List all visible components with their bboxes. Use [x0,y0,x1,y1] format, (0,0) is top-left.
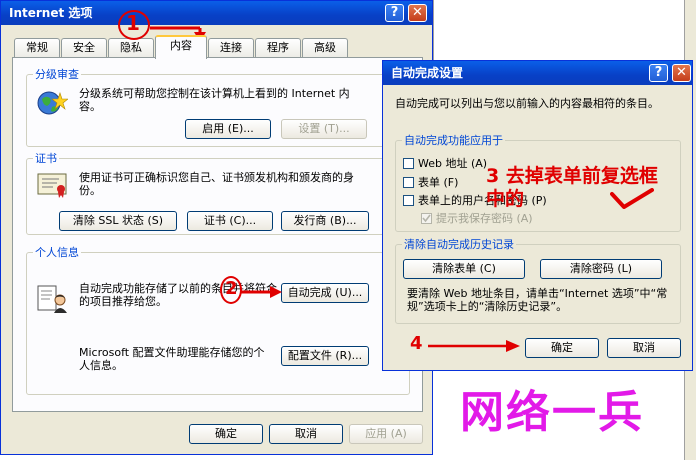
personal-info-label: 个人信息 [33,246,81,259]
dialog-close-button[interactable]: ✕ [672,64,691,82]
tab-advanced[interactable]: 高级 [302,38,348,58]
forms-checkbox[interactable] [403,177,414,188]
clear-passwords-button[interactable]: 清除密码 (L) [540,259,662,279]
content-advisor-label: 分级审查 [33,68,81,81]
autocomplete-settings-dialog: 自动完成设置 ? ✕ 自动完成可以列出与您以前输入的内容最相符的条目。 自动完成… [382,60,693,371]
user-document-icon [36,284,68,314]
step1-number: 1 [126,11,140,35]
certificates-button[interactable]: 证书 (C)... [187,211,273,231]
prompt-save-password-checkbox[interactable] [421,213,432,224]
dialog-cancel-button[interactable]: 取消 [607,338,681,358]
step4-arrow-icon [428,340,520,352]
use-for-label: 自动完成功能应用于 [402,134,505,147]
help-button[interactable]: ? [385,4,404,22]
clear-ssl-button[interactable]: 清除 SSL 状态 (S) [59,211,177,231]
content-advisor-text: 分级系统可帮助您控制在该计算机上看到的 Internet 内容。 [79,87,350,113]
dialog-help-button[interactable]: ? [649,64,668,82]
usernames-passwords-checkbox[interactable] [403,195,414,206]
certificates-label: 证书 [33,152,59,165]
clear-forms-button[interactable]: 清除表单 (C) [403,259,525,279]
profile-text: Microsoft 配置文件助理能存储您的个人信息。 [79,346,265,372]
clear-history-label: 清除自动完成历史记录 [402,238,516,251]
certificate-icon [37,172,69,198]
tab-security[interactable]: 安全 [61,38,107,58]
dialog-ok-button[interactable]: 确定 [525,338,599,358]
step2-arrow-icon [240,286,282,298]
dialog-title-bar: 自动完成设置 [383,61,692,85]
clear-note: 要清除 Web 地址条目，请单击“Internet 选项”中“常规”选项卡上的“… [407,287,668,313]
cancel-button[interactable]: 取消 [269,424,343,444]
tab-content[interactable]: 内容 [155,35,207,59]
profile-button[interactable]: 配置文件 (R)... [281,346,369,366]
forms-label: 表单 (F) [418,176,459,189]
step4-number: 4 [410,333,423,354]
web-address-checkbox[interactable] [403,158,414,169]
personal-info-group [26,252,410,395]
publishers-button[interactable]: 发行商 (B)... [281,211,369,231]
enable-button[interactable]: 启用 (E)... [185,119,271,139]
ok-button[interactable]: 确定 [189,424,263,444]
step2-number: 2 [225,278,238,299]
apply-button[interactable]: 应用 (A) [349,424,423,444]
globe-star-icon [36,89,69,117]
certificates-text: 使用证书可正确标识您自己、证书颁发机构和颁发商的身份。 [79,171,354,197]
tab-programs[interactable]: 程序 [255,38,301,58]
settings-button[interactable]: 设置 (T)... [281,119,367,139]
close-button[interactable]: ✕ [408,4,427,22]
window-title: Internet 选项 [9,6,93,20]
step3-checkmark-icon [610,188,654,209]
background-window-edge [433,0,696,60]
tab-general[interactable]: 常规 [14,38,60,58]
autocomplete-button[interactable]: 自动完成 (U)... [281,283,369,303]
watermark: 网络一兵 [460,387,644,438]
internet-options-window: Internet 选项 ? ✕ 常规 安全 隐私 内容 连接 程序 高级 分级审… [0,0,433,455]
web-address-label: Web 地址 (A) [418,157,488,170]
dialog-description: 自动完成可以列出与您以前输入的内容最相符的条目。 [395,97,659,110]
prompt-save-password-label: 提示我保存密码 (A) [436,212,533,225]
dialog-title: 自动完成设置 [391,66,464,80]
